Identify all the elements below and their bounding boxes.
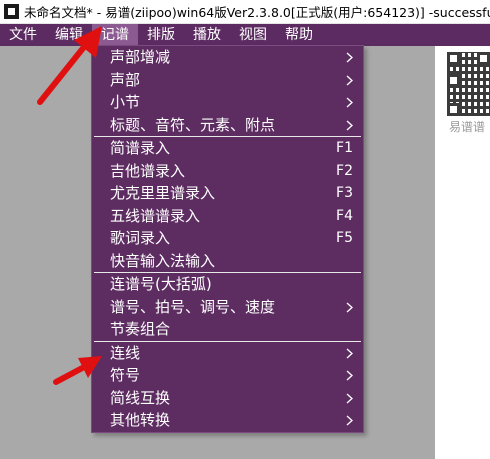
menu-item[interactable]: 符号: [92, 364, 363, 387]
menu-item[interactable]: 连谱号(大括弧): [92, 273, 363, 296]
qr-code-image: [447, 52, 490, 116]
menu-item-label: 节奏组合: [110, 320, 171, 338]
chevron-right-icon: [346, 348, 353, 358]
menu-item-label: 小节: [110, 93, 141, 111]
menu-item-shortcut: F3: [336, 185, 353, 201]
qr-caption: 易谱谱: [449, 120, 486, 134]
menu-help[interactable]: 帮助: [276, 24, 322, 46]
menu-item-shortcut: F5: [336, 230, 353, 246]
chevron-right-icon: [346, 393, 353, 403]
menu-item-label: 简谱录入: [110, 139, 171, 157]
menu-item-label: 歌词录入: [110, 229, 171, 247]
menu-item[interactable]: 谱号、拍号、调号、速度: [92, 296, 363, 319]
title-bar: 未命名文档* - 易谱(ziipoo)win64版Ver2.3.8.0[正式版(…: [0, 0, 490, 24]
menu-item[interactable]: 快音输入法输入: [92, 250, 363, 273]
menu-item-label: 连谱号(大括弧): [110, 275, 212, 293]
menu-item-label: 简线互换: [110, 388, 171, 407]
menu-bar: 文件 编辑 记谱 排版 播放 视图 帮助: [0, 24, 490, 46]
menu-item[interactable]: 连线: [92, 342, 363, 365]
menu-item-label: 标题、音符、元素、附点: [110, 115, 276, 134]
chevron-right-icon: [346, 302, 353, 312]
app-icon: [4, 4, 19, 19]
menu-item-label: 其他转换: [110, 411, 171, 429]
menu-edit[interactable]: 编辑: [46, 24, 92, 46]
menu-item-label: 谱号、拍号、调号、速度: [110, 297, 276, 316]
menu-item-label: 快音输入法输入: [110, 251, 216, 270]
menu-item-shortcut: F1: [336, 140, 353, 156]
chevron-right-icon: [346, 120, 353, 130]
menu-play[interactable]: 播放: [184, 24, 230, 46]
menu-item-label: 吉他谱录入: [110, 161, 186, 180]
menu-item[interactable]: 简线互换: [92, 387, 363, 410]
menu-layout[interactable]: 排版: [138, 24, 184, 46]
menu-item-label: 连线: [110, 343, 141, 362]
menu-item-label: 声部: [110, 70, 141, 89]
menu-item[interactable]: 声部: [92, 69, 363, 92]
menu-notation[interactable]: 记谱: [92, 24, 138, 46]
window-title: 未命名文档* - 易谱(ziipoo)win64版Ver2.3.8.0[正式版(…: [24, 5, 490, 20]
chevron-right-icon: [346, 52, 353, 63]
menu-item[interactable]: 其他转换: [92, 409, 363, 432]
menu-item-shortcut: F2: [336, 162, 353, 179]
score-page[interactable]: 易谱谱: [435, 46, 490, 459]
menu-item[interactable]: 标题、音符、元素、附点: [92, 114, 363, 137]
menu-item[interactable]: 声部增减: [92, 46, 363, 69]
menu-item-shortcut: F4: [336, 207, 353, 224]
menu-item[interactable]: 节奏组合: [92, 318, 363, 341]
menu-file[interactable]: 文件: [0, 24, 46, 46]
menu-item-label: 声部增减: [110, 48, 171, 66]
chevron-right-icon: [346, 75, 353, 85]
menu-item-label: 符号: [110, 366, 141, 384]
chevron-right-icon: [346, 370, 353, 381]
menu-item-label: 尤克里里谱录入: [110, 184, 216, 202]
chevron-right-icon: [346, 415, 353, 426]
menu-item[interactable]: 吉他谱录入 F2: [92, 160, 363, 183]
menu-item[interactable]: 歌词录入 F5: [92, 227, 363, 250]
menu-item[interactable]: 五线谱谱录入 F4: [92, 205, 363, 228]
menu-view[interactable]: 视图: [230, 24, 276, 46]
menu-item[interactable]: 尤克里里谱录入 F3: [92, 182, 363, 205]
menu-item[interactable]: 小节: [92, 91, 363, 114]
menu-item-label: 五线谱谱录入: [110, 206, 201, 225]
notation-dropdown-menu: 声部增减声部小节标题、音符、元素、附点 简谱录入 F1 吉他谱录入 F2 尤克里里谱录入 F…: [91, 45, 364, 433]
chevron-right-icon: [346, 97, 353, 108]
menu-item[interactable]: 简谱录入 F1: [92, 137, 363, 160]
